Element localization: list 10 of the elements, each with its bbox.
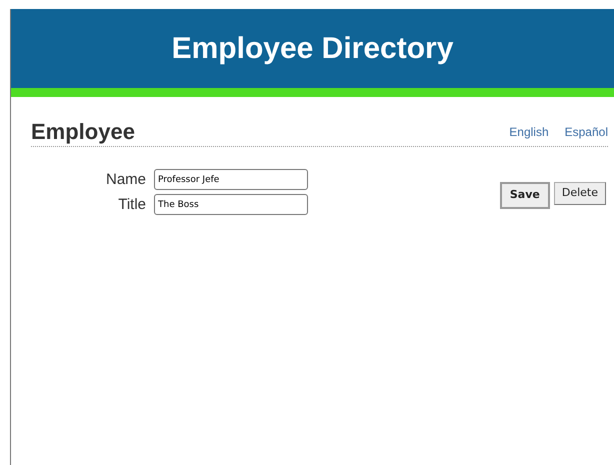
field-label: Name — [104, 170, 146, 190]
page-title: Employee Directory — [172, 30, 454, 66]
section-title: Employee — [31, 119, 135, 146]
action-button[interactable]: Delete — [554, 182, 606, 205]
language-link[interactable]: English — [509, 123, 549, 142]
field-label: Title — [117, 194, 146, 215]
language-link[interactable]: Español — [564, 123, 608, 142]
input-field[interactable]: The Boss — [154, 194, 308, 216]
input-field[interactable]: Professor Jefe — [154, 169, 308, 190]
action-button[interactable]: Save — [500, 182, 550, 209]
